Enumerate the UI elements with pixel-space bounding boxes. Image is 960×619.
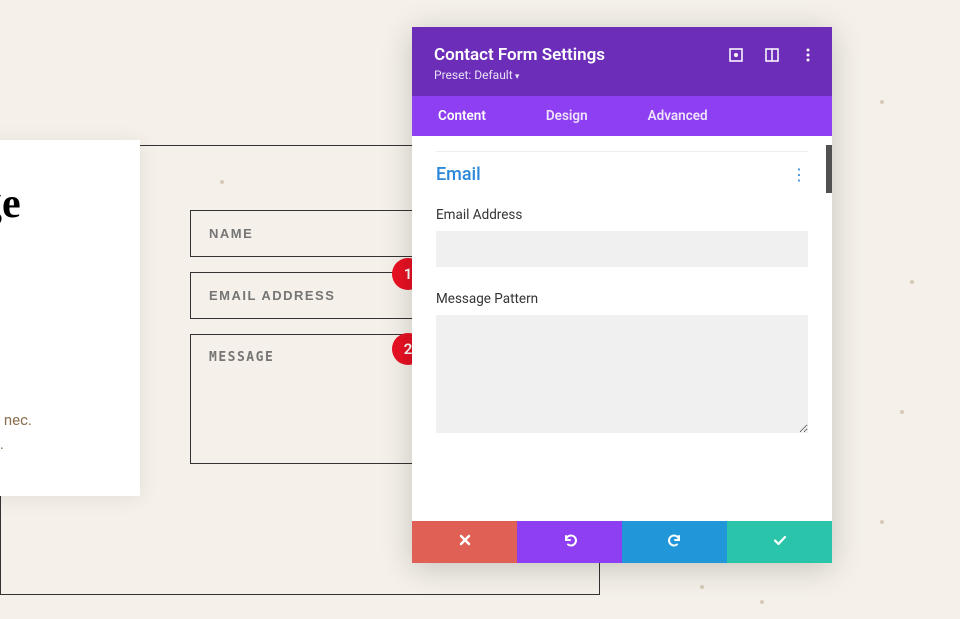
decorative-dot (220, 180, 224, 184)
scrollbar-thumb[interactable] (826, 145, 832, 193)
bg-heading: age (0, 180, 120, 228)
decorative-dot (700, 585, 704, 589)
tab-design[interactable]: Design (528, 96, 606, 136)
message-pattern-input[interactable] (436, 315, 808, 433)
undo-icon (562, 532, 578, 552)
section-title[interactable]: Email (436, 164, 481, 185)
decorative-dot (880, 520, 884, 524)
decorative-dot (880, 100, 884, 104)
decorative-dot (900, 410, 904, 414)
redo-button[interactable] (622, 521, 727, 563)
panel-tabs: Content Design Advanced (412, 96, 832, 136)
more-icon[interactable] (800, 47, 816, 63)
panel-header-actions (728, 47, 816, 63)
cancel-button[interactable] (412, 521, 517, 563)
section-more-icon[interactable]: ⋮ (791, 165, 808, 184)
panel-header: Contact Form Settings Preset: Default (412, 27, 832, 96)
panel-body: Email ⋮ Email Address Message Pattern (412, 136, 832, 521)
undo-button[interactable] (517, 521, 622, 563)
bg-paragraph-line: ac leo. (0, 432, 120, 456)
bg-text-card: age itasse nec. ac leo. (0, 140, 140, 496)
save-button[interactable] (727, 521, 832, 563)
tab-advanced[interactable]: Advanced (630, 96, 726, 136)
panel-footer (412, 521, 832, 563)
section-header: Email ⋮ (436, 164, 808, 185)
preset-dropdown[interactable]: Preset: Default (434, 68, 810, 82)
bg-paragraph-line: itasse nec. (0, 408, 120, 432)
message-pattern-label: Message Pattern (436, 291, 808, 307)
settings-panel: Contact Form Settings Preset: Default Co… (412, 27, 832, 563)
expand-icon[interactable] (728, 47, 744, 63)
snap-icon[interactable] (764, 47, 780, 63)
close-icon (458, 533, 472, 551)
email-address-label: Email Address (436, 207, 808, 223)
decorative-dot (910, 280, 914, 284)
tab-content[interactable]: Content (420, 96, 504, 136)
decorative-dot (760, 600, 764, 604)
redo-icon (667, 532, 683, 552)
check-icon (772, 532, 788, 552)
email-address-input[interactable] (436, 231, 808, 267)
